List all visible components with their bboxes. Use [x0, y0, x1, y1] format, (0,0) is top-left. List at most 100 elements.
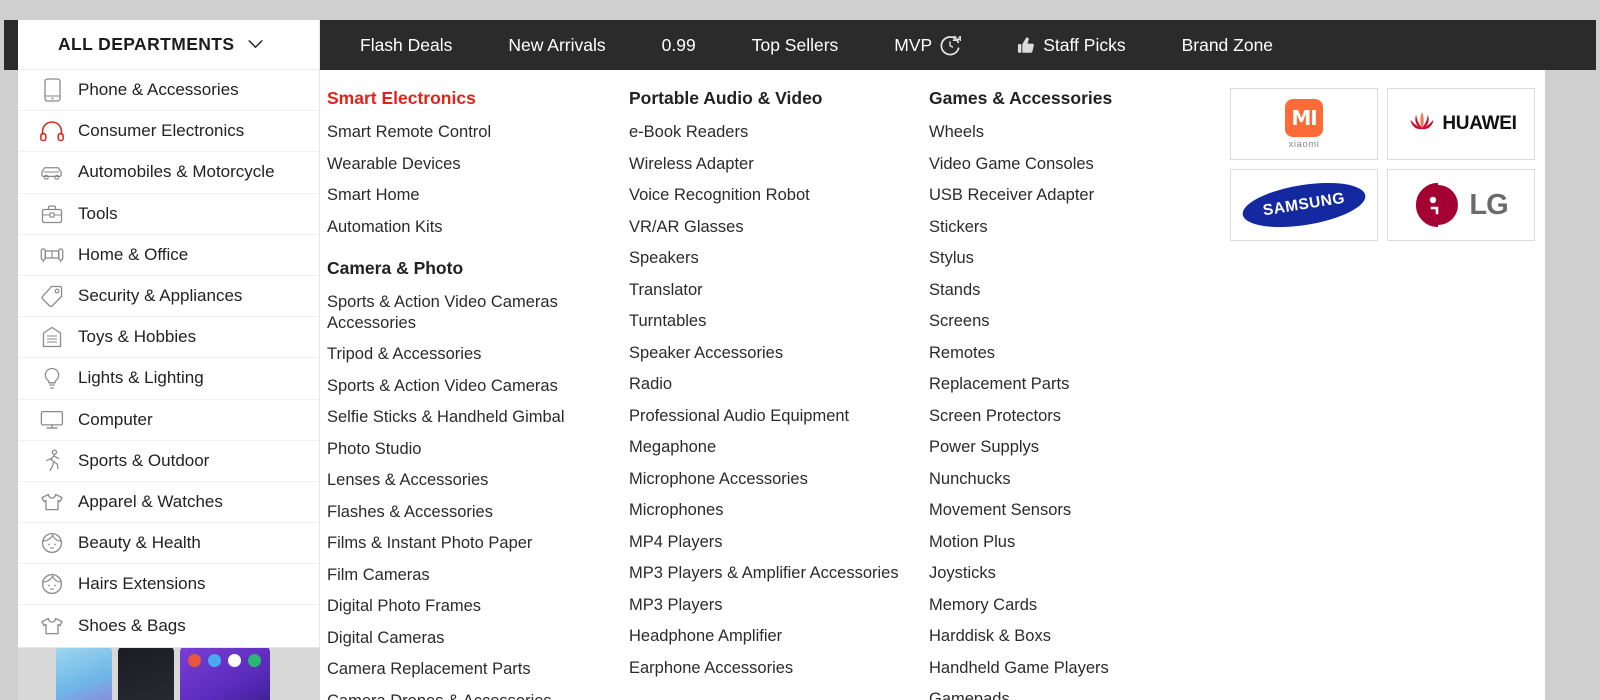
lg-wordmark: LG	[1469, 188, 1508, 221]
sidebar-item-home-office[interactable]: Home & Office	[18, 235, 319, 276]
mega-menu-link[interactable]: Speaker Accessories	[629, 343, 909, 364]
sidebar-item-computer[interactable]: Computer	[18, 400, 319, 441]
app-icon-1	[188, 654, 201, 667]
mega-menu-link[interactable]: Wireless Adapter	[629, 154, 909, 175]
sidebar-item-apparel-watches[interactable]: Apparel & Watches	[18, 482, 319, 524]
mega-menu-link[interactable]: Automation Kits	[327, 217, 607, 238]
sidebar-item-shoes-bags[interactable]: Shoes & Bags	[18, 605, 319, 646]
mega-menu-link[interactable]: Tripod & Accessories	[327, 344, 607, 365]
mega-menu-link[interactable]: Films & Instant Photo Paper	[327, 533, 607, 554]
sidebar-item-security-appliances[interactable]: Security & Appliances	[18, 276, 319, 318]
mega-menu-link[interactable]: Digital Photo Frames	[327, 596, 607, 617]
mega-menu-link[interactable]: Handheld Game Players	[929, 658, 1209, 679]
mega-menu-link[interactable]: Voice Recognition Robot	[629, 185, 909, 206]
top-nav-item-top-sellers[interactable]: Top Sellers	[724, 20, 867, 70]
mega-menu-link[interactable]: Microphone Accessories	[629, 469, 909, 490]
mega-menu-group-heading[interactable]: Portable Audio & Video	[629, 88, 920, 108]
mega-menu-link[interactable]: Harddisk & Boxs	[929, 626, 1209, 647]
mega-menu-link[interactable]: Turntables	[629, 311, 909, 332]
sidebar-item-lights-lighting[interactable]: Lights & Lighting	[18, 358, 319, 400]
brand-cell-samsung[interactable]: SAMSUNG	[1230, 169, 1378, 241]
top-nav-item-flash-deals[interactable]: Flash Deals	[334, 20, 480, 70]
top-nav-item-new-arrivals[interactable]: New Arrivals	[480, 20, 633, 70]
all-departments-header[interactable]: ALL DEPARTMENTS	[18, 20, 319, 70]
mega-menu-link[interactable]: Video Game Consoles	[929, 154, 1209, 175]
mega-menu-link[interactable]: Earphone Accessories	[629, 658, 909, 679]
brand-cell-huawei[interactable]: HUAWEI	[1387, 88, 1535, 160]
brand-cell-lg[interactable]: LG	[1387, 169, 1535, 241]
sidebar-item-automobiles-motorcycle[interactable]: Automobiles & Motorcycle	[18, 152, 319, 194]
sidebar-item-phone-accessories[interactable]: Phone & Accessories	[18, 70, 319, 112]
mega-menu-link[interactable]: Selfie Sticks & Handheld Gimbal	[327, 407, 607, 428]
mega-menu-link[interactable]: Wearable Devices	[327, 154, 607, 175]
mega-menu-link[interactable]: Wheels	[929, 122, 1209, 143]
mega-menu-link[interactable]: Memory Cards	[929, 595, 1209, 616]
top-nav-item-brand-zone[interactable]: Brand Zone	[1154, 20, 1301, 70]
tag-icon	[40, 284, 64, 308]
mega-menu-group-heading[interactable]: Games & Accessories	[929, 88, 1220, 108]
top-nav-item-mvp[interactable]: MVP 24h	[866, 20, 989, 70]
mega-menu-link[interactable]: Digital Cameras	[327, 628, 607, 649]
sidebar-item-tools[interactable]: Tools	[18, 194, 319, 235]
phone-icon	[40, 78, 64, 102]
mega-menu-link[interactable]: Motion Plus	[929, 532, 1209, 553]
sidebar-item-consumer-electronics[interactable]: Consumer Electronics	[18, 111, 319, 153]
sidebar-item-label: Hairs Extensions	[78, 574, 206, 594]
mega-menu-link[interactable]: Screens	[929, 311, 1209, 332]
lg-face-icon	[1416, 182, 1459, 228]
mega-menu-link[interactable]: MP3 Players & Amplifier Accessories	[629, 563, 909, 584]
mega-menu-link[interactable]: Screen Protectors	[929, 406, 1209, 427]
mega-menu-link[interactable]: MP4 Players	[629, 532, 909, 553]
departments-sidebar: ALL DEPARTMENTS Phone & Accessories Consu…	[18, 20, 320, 648]
mega-menu-link[interactable]: Replacement Parts	[929, 374, 1209, 395]
mega-menu-link[interactable]: Nunchucks	[929, 469, 1209, 490]
mega-menu-link[interactable]: e-Book Readers	[629, 122, 909, 143]
sidebar-item-toys-hobbies[interactable]: Toys & Hobbies	[18, 317, 319, 359]
mega-menu-link[interactable]: Camera Drones & Accessories	[327, 691, 607, 700]
mega-menu-link[interactable]: Stickers	[929, 217, 1209, 238]
mega-menu-link[interactable]: Camera Replacement Parts	[327, 659, 607, 680]
samsung-logo: SAMSUNG	[1239, 175, 1369, 235]
mega-menu-link[interactable]: Headphone Amplifier	[629, 626, 909, 647]
sidebar-item-label: Sports & Outdoor	[78, 450, 210, 470]
sidebar-item-sports-outdoor[interactable]: Sports & Outdoor	[18, 441, 319, 482]
top-nav-item-staff-picks[interactable]: Staff Picks	[989, 20, 1153, 70]
mega-menu-link[interactable]: Flashes & Accessories	[327, 502, 607, 523]
mega-menu-link[interactable]: USB Receiver Adapter	[929, 185, 1209, 206]
mega-menu-link[interactable]: Power Supplys	[929, 437, 1209, 458]
top-nav-item-label: Brand Zone	[1181, 34, 1274, 55]
mega-menu-link[interactable]: Joysticks	[929, 563, 1209, 584]
sidebar-item-hairs-extensions[interactable]: Hairs Extensions	[18, 564, 319, 606]
brand-cell-xiaomi[interactable]: MI xiaomi	[1230, 88, 1378, 160]
mega-menu-link[interactable]: Microphones	[629, 500, 909, 521]
app-icon-2	[208, 654, 221, 667]
mega-menu-link[interactable]: Photo Studio	[327, 439, 607, 460]
mega-menu-link[interactable]: Smart Home	[327, 185, 607, 206]
mega-menu-link[interactable]: Sports & Action Video Cameras	[327, 376, 607, 397]
top-nav-item-label: 0.99	[661, 34, 696, 55]
mega-menu-link[interactable]: Radio	[629, 374, 909, 395]
sidebar-item-beauty-health[interactable]: Beauty & Health	[18, 523, 319, 565]
lg-logo: LG	[1414, 181, 1509, 229]
mega-menu-link[interactable]: Remotes	[929, 343, 1209, 364]
mega-menu-link[interactable]: Sports & Action Video Cameras Accessorie…	[327, 292, 607, 334]
mega-menu-link[interactable]: Stylus	[929, 248, 1209, 269]
mega-menu-link[interactable]: Stands	[929, 280, 1209, 301]
mega-menu-link[interactable]: Film Cameras	[327, 565, 607, 586]
mega-menu-link[interactable]: Lenses & Accessories	[327, 470, 607, 491]
mega-menu-group-heading[interactable]: Smart Electronics	[327, 88, 620, 108]
mega-menu-link[interactable]: Movement Sensors	[929, 500, 1209, 521]
mega-menu-link[interactable]: Speakers	[629, 248, 909, 269]
mega-menu-link[interactable]: Gamepads	[929, 689, 1209, 700]
promo-banner[interactable]	[18, 645, 320, 700]
mega-menu-column-2: Portable Audio & Video e-Book Readers Wire…	[620, 88, 920, 700]
mega-menu-group-heading[interactable]: Camera & Photo	[327, 258, 620, 278]
mega-menu-link[interactable]: VR/AR Glasses	[629, 217, 909, 238]
top-nav-item-0-99[interactable]: 0.99	[634, 20, 724, 70]
mega-menu-link[interactable]: Professional Audio Equipment	[629, 406, 909, 427]
mega-menu-link[interactable]: MP3 Players	[629, 595, 909, 616]
mega-menu-link[interactable]: Translator	[629, 280, 909, 301]
mega-menu-link[interactable]: Smart Remote Control	[327, 122, 607, 143]
mega-menu-link[interactable]: Megaphone	[629, 437, 909, 458]
sidebar-item-label: Tools	[78, 203, 118, 223]
